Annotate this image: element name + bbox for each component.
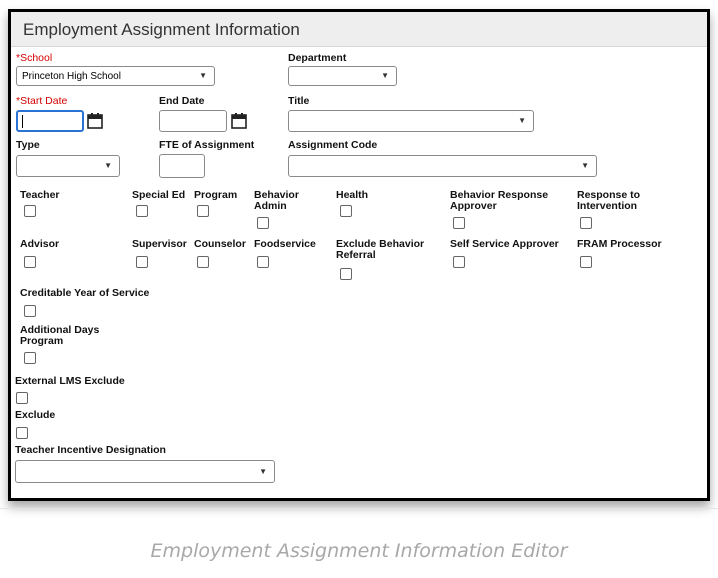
fram-processor-label: FRAM Processor <box>577 238 662 250</box>
fte-label: FTE of Assignment <box>159 139 255 151</box>
program-checkbox[interactable] <box>197 205 209 217</box>
creditable-year-label: Creditable Year of Service <box>20 287 150 299</box>
calendar-icon[interactable] <box>230 112 248 130</box>
chevron-down-icon: ▼ <box>199 71 207 80</box>
supervisor-checkbox[interactable] <box>136 256 148 268</box>
type-select[interactable]: ▼ <box>16 155 120 177</box>
school-value: Princeton High School <box>22 71 121 82</box>
health-label: Health <box>336 189 369 201</box>
foodservice-checkbox[interactable] <box>257 256 269 268</box>
chevron-down-icon: ▼ <box>381 71 389 80</box>
title-select[interactable]: ▼ <box>288 110 534 132</box>
end-date-label: End Date <box>159 95 205 107</box>
exclude-checkbox[interactable] <box>16 427 28 439</box>
exclude-label: Exclude <box>15 409 56 421</box>
exclude-behavior-referral-checkbox[interactable] <box>340 268 352 280</box>
advisor-label: Advisor <box>20 238 60 250</box>
chevron-down-icon: ▼ <box>259 467 267 476</box>
department-select[interactable]: ▼ <box>288 66 397 86</box>
start-date-input[interactable] <box>16 110 84 132</box>
teacher-incentive-label: Teacher Incentive Designation <box>15 444 166 456</box>
creditable-year-checkbox[interactable] <box>24 305 36 317</box>
school-select[interactable]: Princeton High School ▼ <box>16 66 215 86</box>
title-label: Title <box>288 95 310 107</box>
foodservice-label: Foodservice <box>254 238 316 250</box>
employment-assignment-panel: Employment Assignment Information *Schoo… <box>8 9 710 501</box>
fram-processor-checkbox[interactable] <box>580 256 592 268</box>
chevron-down-icon: ▼ <box>104 161 112 170</box>
assignment-code-label: Assignment Code <box>288 139 378 151</box>
chevron-down-icon: ▼ <box>518 116 526 125</box>
teacher-incentive-select[interactable]: ▼ <box>15 460 275 483</box>
teacher-label: Teacher <box>20 189 60 201</box>
teacher-checkbox[interactable] <box>24 205 36 217</box>
end-date-input[interactable] <box>159 110 227 132</box>
advisor-checkbox[interactable] <box>24 256 36 268</box>
self-service-approver-checkbox[interactable] <box>453 256 465 268</box>
department-label: Department <box>288 52 347 64</box>
additional-days-label: Additional Days Program <box>20 324 100 347</box>
type-label: Type <box>16 139 40 151</box>
behavior-admin-checkbox[interactable] <box>257 217 269 229</box>
assignment-code-select[interactable]: ▼ <box>288 155 597 177</box>
special-ed-label: Special Ed <box>132 189 186 201</box>
self-service-approver-label: Self Service Approver <box>450 238 559 250</box>
counselor-checkbox[interactable] <box>197 256 209 268</box>
chevron-down-icon: ▼ <box>581 161 589 170</box>
calendar-icon[interactable] <box>86 112 104 130</box>
behavior-admin-label: Behavior Admin <box>254 189 299 212</box>
image-caption: Employment Assignment Information Editor <box>150 540 568 562</box>
exclude-behavior-referral-label: Exclude Behavior Referral <box>336 238 425 261</box>
start-date-label: *Start Date <box>16 95 68 107</box>
divider <box>0 508 718 509</box>
school-label: *School <box>16 52 53 64</box>
behavior-response-approver-checkbox[interactable] <box>453 217 465 229</box>
external-lms-exclude-label: External LMS Exclude <box>15 375 125 387</box>
health-checkbox[interactable] <box>340 205 352 217</box>
response-to-intervention-label: Response to Intervention <box>577 189 641 212</box>
text-caret <box>22 115 23 128</box>
special-ed-checkbox[interactable] <box>136 205 148 217</box>
panel-title: Employment Assignment Information <box>23 20 300 39</box>
external-lms-exclude-checkbox[interactable] <box>16 392 28 404</box>
panel-header: Employment Assignment Information <box>11 12 707 47</box>
supervisor-label: Supervisor <box>132 238 187 250</box>
additional-days-checkbox[interactable] <box>24 352 36 364</box>
program-label: Program <box>194 189 238 201</box>
counselor-label: Counselor <box>194 238 246 250</box>
response-to-intervention-checkbox[interactable] <box>580 217 592 229</box>
fte-input[interactable] <box>159 154 205 178</box>
behavior-response-approver-label: Behavior Response Approver <box>450 189 549 212</box>
